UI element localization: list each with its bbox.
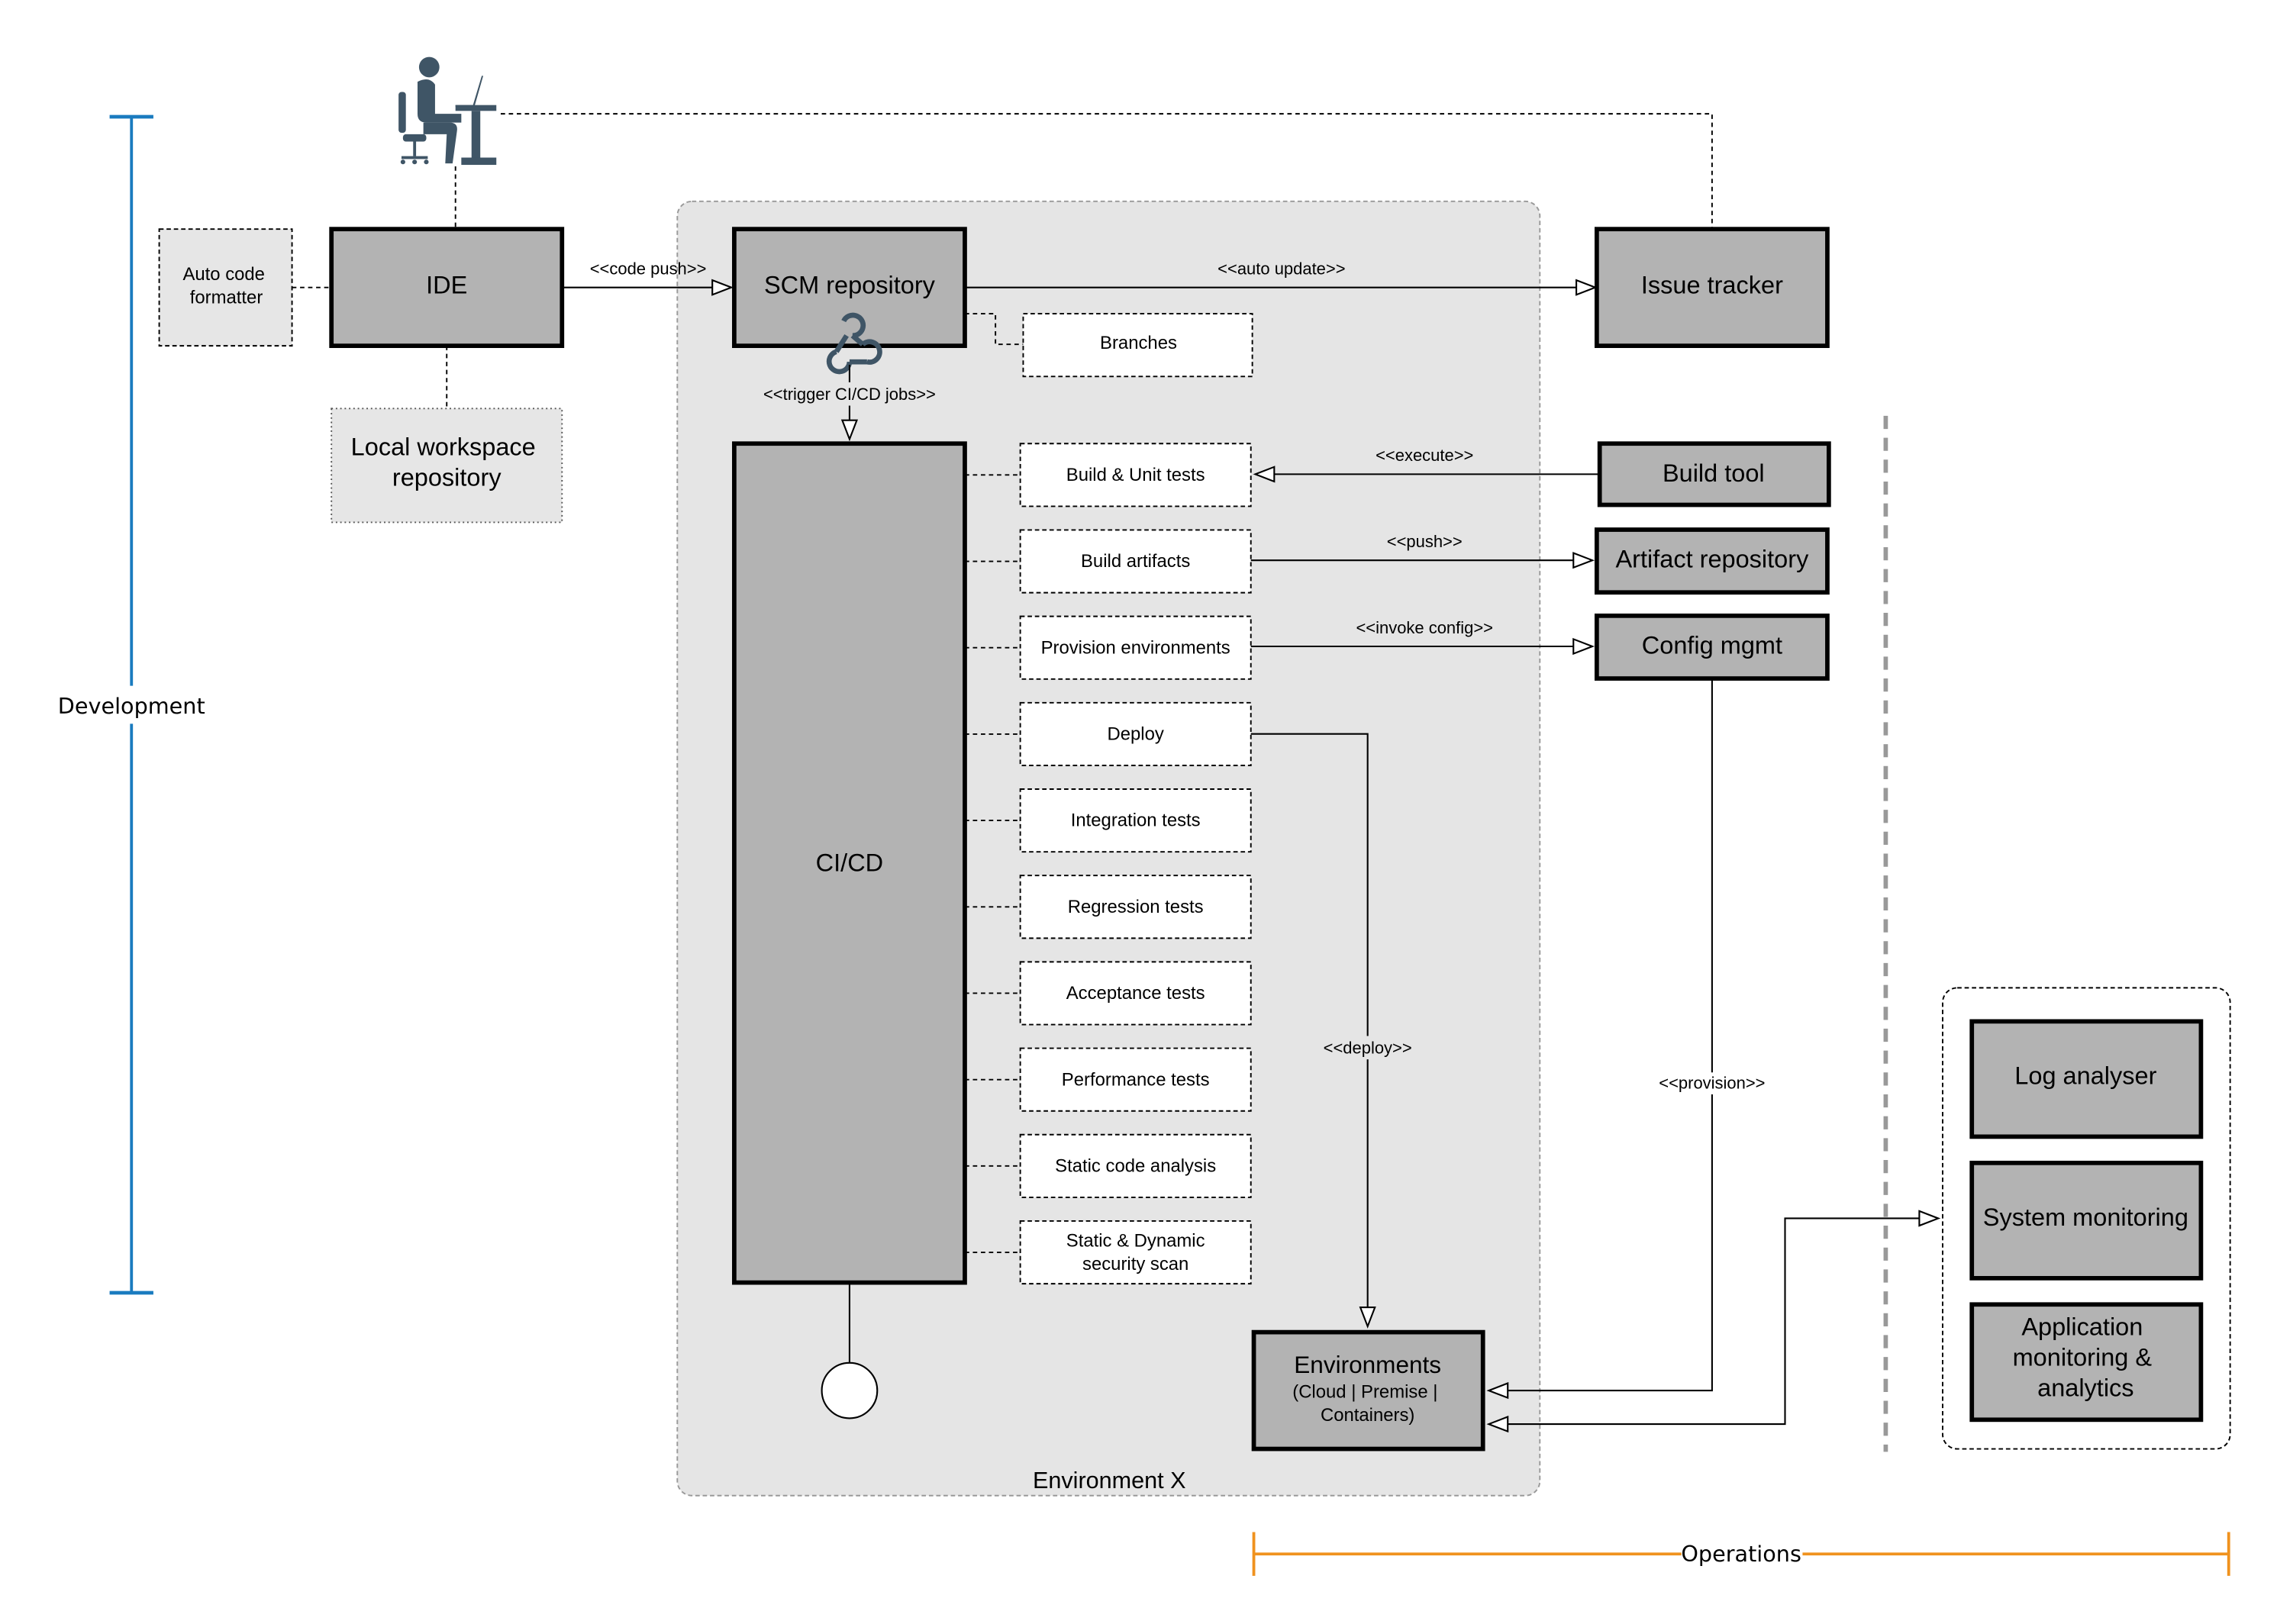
auto-formatter-line-1: Auto code [182, 264, 265, 285]
artifact-repository-node[interactable]: Artifact repository [1594, 527, 1830, 595]
architecture-diagram: Environment X Development Operations Aut… [0, 0, 2277, 1624]
environments-node[interactable]: Environments (Cloud | Premise | Containe… [1251, 1329, 1485, 1452]
trigger-cicd-label: <<trigger CI/CD jobs>> [763, 385, 936, 404]
scm-repository-node[interactable]: SCM repository [732, 227, 967, 348]
app-monitoring-line-3: analytics [2037, 1374, 2133, 1402]
auto-update-label: <<auto update>> [1218, 259, 1345, 278]
provision-label: <<provision>> [1659, 1073, 1765, 1092]
cicd-node[interactable]: CI/CD [732, 441, 967, 1285]
environments-sub-1: (Cloud | Premise | [1292, 1382, 1437, 1403]
system-monitoring-label: System monitoring [1983, 1204, 2188, 1231]
cicd-end-node [821, 1361, 879, 1419]
artifact-repo-label: Artifact repository [1615, 546, 1809, 573]
issue-tracker-label: Issue tracker [1641, 271, 1783, 298]
stage-label-line: Provision environments [1041, 637, 1230, 658]
branches-node[interactable]: Branches [1022, 313, 1253, 378]
environments-title: Environments [1294, 1351, 1441, 1378]
build-tool-node[interactable]: Build tool [1597, 441, 1831, 508]
stage-label: Performance tests [1062, 1069, 1210, 1090]
stage-label: Acceptance tests [1066, 983, 1205, 1004]
local-workspace-repository-node[interactable]: Local workspace repository [331, 408, 563, 524]
ide-node[interactable]: IDE [329, 227, 565, 348]
local-repo-line-2: repository [392, 464, 502, 491]
log-analyser-node[interactable]: Log analyser [1969, 1019, 2204, 1139]
local-repo-line-1: Local workspace [351, 433, 536, 461]
config-mgmt-node[interactable]: Config mgmt [1594, 613, 1830, 681]
scm-label: SCM repository [764, 271, 936, 298]
app-monitoring-line-1: Application [2021, 1313, 2143, 1340]
stage-label: Regression tests [1068, 897, 1204, 917]
config-mgmt-label: Config mgmt [1642, 632, 1782, 659]
stage-label-line: Regression tests [1068, 897, 1204, 917]
invoke-config-label: <<invoke config>> [1356, 618, 1493, 637]
branches-label: Branches [1100, 333, 1177, 353]
stage-label: Static code analysis [1055, 1155, 1216, 1176]
stage-label: Build artifacts [1081, 551, 1190, 572]
cicd-label: CI/CD [816, 849, 883, 876]
stage-label: Provision environments [1041, 637, 1230, 658]
development-label: Development [58, 693, 205, 719]
stage-label-line: Static code analysis [1055, 1155, 1216, 1176]
stage-label-line: Build & Unit tests [1066, 465, 1205, 485]
app-monitoring-line-2: monitoring & [2013, 1344, 2153, 1371]
ide-label: IDE [426, 271, 467, 298]
execute-label: <<execute>> [1376, 446, 1473, 465]
code-push-label: <<code push>> [590, 259, 707, 278]
stage-label: Build & Unit tests [1066, 465, 1205, 485]
push-label: <<push>> [1387, 532, 1463, 551]
auto-formatter-line-2: formatter [190, 288, 263, 308]
stage-label-line: Performance tests [1062, 1069, 1210, 1090]
log-analyser-label: Log analyser [2014, 1062, 2156, 1090]
operations-label: Operations [1681, 1541, 1801, 1567]
stage-label: Integration tests [1071, 810, 1201, 831]
monitoring-group: Log analyser System monitoring Applicati… [1942, 987, 2231, 1450]
app-monitoring-node[interactable]: Application monitoring & analytics [1969, 1302, 2204, 1423]
environments-sub-2: Containers) [1321, 1405, 1414, 1426]
stage-label-line: Deploy [1108, 724, 1164, 745]
system-monitoring-node[interactable]: System monitoring [1969, 1160, 2204, 1281]
stage-label-line: Build artifacts [1081, 551, 1190, 572]
auto-code-formatter-node[interactable]: Auto code formatter [158, 228, 293, 347]
issue-tracker-node[interactable]: Issue tracker [1594, 227, 1830, 348]
stage-label: Deploy [1108, 724, 1164, 745]
build-tool-label: Build tool [1663, 459, 1765, 487]
stage-label-line: Integration tests [1071, 810, 1201, 831]
stage-label-line: security scan [1082, 1254, 1188, 1274]
deploy-label: <<deploy>> [1324, 1038, 1412, 1057]
environment-x-label: Environment X [1033, 1468, 1186, 1494]
stage-label-line: Acceptance tests [1066, 983, 1205, 1004]
stage-label-line: Static & Dynamic [1066, 1230, 1205, 1251]
